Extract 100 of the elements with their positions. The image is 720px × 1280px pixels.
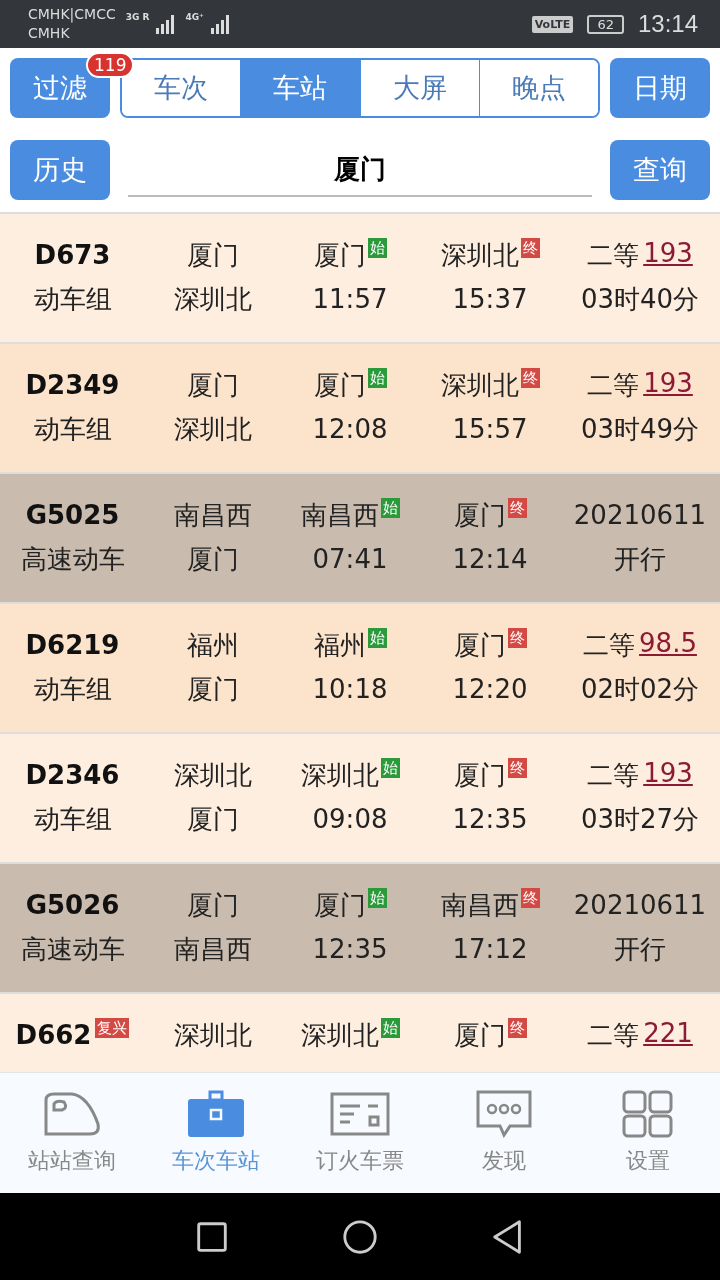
train-badge: 复兴 [95, 1018, 130, 1038]
terminal-station: 南昌西 [173, 933, 252, 966]
departure-station: 深圳北 [300, 759, 379, 792]
run-note: 开行 [614, 933, 666, 966]
departure-time: 09:08 [312, 803, 388, 836]
signal-icon [155, 14, 176, 34]
terminal-station: 深圳北 [173, 283, 252, 316]
carrier-name: CMHK|CMCC [28, 5, 116, 24]
price-link[interactable]: 193 [643, 368, 693, 398]
arrival-time: 17:12 [452, 933, 528, 966]
departure-station: 厦门 [313, 239, 366, 272]
seat-class: 二等 [587, 759, 640, 792]
mode-tab[interactable]: 晚点 [478, 60, 598, 116]
train-number: D2346 [25, 759, 120, 792]
arrival-time: 15:57 [452, 413, 528, 446]
clock: 13:14 [637, 10, 698, 38]
end-badge: 终 [507, 1018, 527, 1038]
signal-icon [209, 14, 230, 34]
start-badge: 始 [367, 628, 387, 648]
arrival-station: 厦门 [453, 629, 506, 662]
train-type: 高速动车 [20, 933, 125, 966]
departure-station: 厦门 [313, 889, 366, 922]
network-type: 4G⁺ [185, 12, 204, 22]
departure-time: 10:18 [312, 673, 388, 706]
train-type: 高速动车 [20, 543, 125, 576]
arrival-station: 厦门 [453, 1019, 506, 1052]
nav-item[interactable]: 订火车票 [288, 1090, 432, 1176]
start-badge: 始 [380, 498, 400, 518]
train-number: D673 [34, 239, 111, 272]
train-number: D6219 [25, 629, 120, 662]
seat-class: 二等 [587, 369, 640, 402]
start-badge: 始 [380, 758, 400, 778]
seat-class: 二等 [587, 239, 640, 272]
home-icon[interactable] [341, 1217, 379, 1256]
arrival-station: 南昌西 [440, 889, 519, 922]
run-note: 开行 [614, 543, 666, 576]
price-link[interactable]: 193 [643, 758, 693, 788]
departure-time: 12:08 [312, 413, 388, 446]
terminal-station: 深圳北 [173, 413, 252, 446]
start-badge: 始 [367, 368, 387, 388]
departure-time: 07:41 [312, 543, 388, 576]
origin-station: 南昌西 [173, 499, 252, 532]
train-type: 动车组 [33, 673, 112, 706]
train-number: D662 [15, 1019, 92, 1052]
origin-station: 福州 [186, 629, 239, 662]
duration: 03时49分 [580, 413, 700, 446]
arrival-time: 12:35 [452, 803, 528, 836]
departure-station: 厦门 [313, 369, 366, 402]
end-badge: 终 [520, 238, 540, 258]
arrival-time: 15:37 [452, 283, 528, 316]
duration: 03时27分 [580, 803, 700, 836]
count-badge: 119 [86, 52, 135, 78]
carrier-name: CMHK [28, 24, 71, 43]
train-number: G5026 [25, 889, 120, 922]
price-link[interactable]: 98.5 [639, 628, 697, 658]
origin-station: 厦门 [186, 239, 239, 272]
terminal-station: 厦门 [186, 543, 239, 576]
departure-station: 南昌西 [300, 499, 379, 532]
ticket-icon [329, 1090, 391, 1138]
battery-indicator: 62 [587, 14, 624, 34]
seat-class: 二等 [587, 1019, 640, 1052]
departure-time: 12:35 [312, 933, 388, 966]
train-number: D2349 [25, 369, 120, 402]
arrival-station: 深圳北 [440, 239, 519, 272]
arrival-station: 厦门 [453, 759, 506, 792]
run-date: 20210611 [573, 499, 707, 532]
end-badge: 终 [507, 498, 527, 518]
train-type: 动车组 [33, 283, 112, 316]
arrival-time: 12:14 [452, 543, 528, 576]
origin-station: 厦门 [186, 889, 239, 922]
train-type: 动车组 [33, 803, 112, 836]
duration: 02时02分 [580, 673, 700, 706]
volte-badge: VoLTE [531, 15, 574, 33]
terminal-station: 厦门 [186, 673, 239, 706]
terminal-station: 厦门 [186, 803, 239, 836]
arrival-station: 深圳北 [440, 369, 519, 402]
duration: 03时40分 [580, 283, 700, 316]
end-badge: 终 [507, 758, 527, 778]
end-badge: 终 [520, 888, 540, 908]
departure-station: 福州 [313, 629, 366, 662]
briefcase-icon [185, 1090, 247, 1138]
end-badge: 终 [507, 628, 527, 648]
departure-time: 11:57 [312, 283, 388, 316]
price-link[interactable]: 193 [643, 238, 693, 268]
network-type: 3G R [125, 12, 150, 22]
start-badge: 始 [367, 888, 387, 908]
train-number: G5025 [25, 499, 120, 532]
station-field[interactable]: 厦门 [128, 143, 592, 197]
arrival-station: 厦门 [453, 499, 506, 532]
price-link[interactable]: 221 [643, 1018, 693, 1048]
origin-station: 深圳北 [173, 759, 252, 792]
end-badge: 终 [520, 368, 540, 388]
train-type: 动车组 [33, 413, 112, 446]
origin-station: 厦门 [186, 369, 239, 402]
start-badge: 始 [367, 238, 387, 258]
run-date: 20210611 [573, 889, 707, 922]
seat-class: 二等 [583, 629, 636, 662]
start-badge: 始 [380, 1018, 400, 1038]
origin-station: 深圳北 [173, 1019, 252, 1052]
arrival-time: 12:20 [452, 673, 528, 706]
